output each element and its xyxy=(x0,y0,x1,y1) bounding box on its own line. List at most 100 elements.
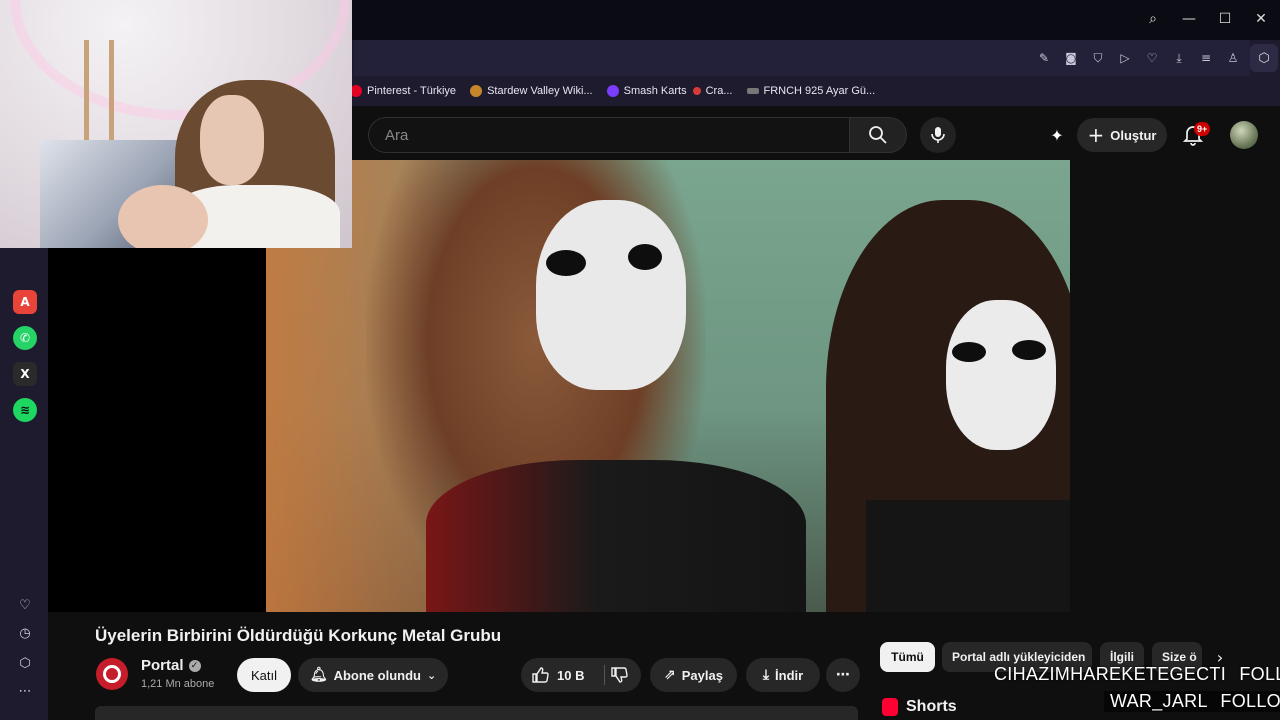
x-icon[interactable]: X xyxy=(13,362,37,386)
search-input[interactable]: Ara xyxy=(368,117,850,153)
shorts-label: Shorts xyxy=(906,698,957,715)
video-figure xyxy=(1012,340,1046,360)
portal-logo-icon xyxy=(103,665,121,683)
like-divider xyxy=(604,665,605,685)
channel-avatar[interactable] xyxy=(96,658,128,690)
window-controls: ⌕ — ☐ ✕ xyxy=(1142,8,1272,30)
follow-alert: CIHAZIMHAREKETEGECTI FOLLOW xyxy=(994,664,1280,685)
video-figure xyxy=(628,244,662,270)
spotify-icon[interactable]: ≋ xyxy=(13,398,37,422)
more-icon[interactable]: ⋯ xyxy=(16,682,34,700)
create-button[interactable]: + Oluştur xyxy=(1077,118,1167,152)
webcam-background xyxy=(84,40,114,140)
camera-icon[interactable]: ◙ xyxy=(1062,48,1080,68)
bookmark-pinterest[interactable]: Pinterest - Türkiye xyxy=(350,85,456,97)
voice-search-button[interactable] xyxy=(920,117,956,153)
search-icon[interactable]: ⌕ xyxy=(1142,8,1164,30)
dislike-button[interactable] xyxy=(606,664,632,686)
video-frame[interactable] xyxy=(266,160,1070,612)
channel-name[interactable]: Portal ✓ xyxy=(141,657,201,674)
shorts-icon xyxy=(882,698,898,716)
bookmark-label: FRNCH 925 Ayar Gü... xyxy=(763,85,876,97)
more-icon: ⋯ xyxy=(836,667,850,683)
share-label: Paylaş xyxy=(681,667,723,683)
bookmark-frnch[interactable]: FRNCH 925 Ayar Gü... xyxy=(746,85,876,97)
subscribed-button[interactable]: 🔔︎ Abone olundu ⌄ xyxy=(298,658,448,692)
heart-icon[interactable]: ♡ xyxy=(1143,48,1161,68)
bookmark-stardew[interactable]: Stardew Valley Wiki... xyxy=(470,85,593,97)
join-label: Katıl xyxy=(250,667,277,683)
sparkle-icon[interactable]: ✦ xyxy=(1046,124,1068,146)
video-figure xyxy=(952,342,986,362)
bookmark-cra[interactable]: Cra... xyxy=(692,85,733,97)
download-button[interactable]: ⤓ İndir xyxy=(746,658,820,692)
aria-icon[interactable]: A xyxy=(13,290,37,314)
subscribed-label: Abone olundu xyxy=(333,667,421,683)
shield-icon[interactable]: ⛉ xyxy=(1089,48,1107,68)
heart-icon[interactable]: ♡ xyxy=(16,596,34,614)
box-icon[interactable]: ⬡ xyxy=(16,654,34,672)
bookmark-label: Stardew Valley Wiki... xyxy=(487,85,593,97)
close-icon[interactable]: ✕ xyxy=(1250,8,1272,30)
thumbs-up-icon xyxy=(532,667,549,683)
bookmark-label: Pinterest - Türkiye xyxy=(367,85,457,97)
minimize-icon[interactable]: — xyxy=(1178,8,1200,30)
channel-name-label: Portal xyxy=(141,657,184,674)
stardew-icon xyxy=(470,85,483,97)
like-count: 10 B xyxy=(557,667,585,683)
chip-label: Portal adlı yükleyiciden xyxy=(952,650,1086,664)
whatsapp-icon[interactable]: ✆ xyxy=(13,326,37,350)
smash-karts-icon xyxy=(606,85,619,97)
video-figure xyxy=(426,460,806,612)
toolbar-icons: ✎ ◙ ⛉ ▷ ♡ ⤓ ≡ ♙ xyxy=(1035,48,1242,68)
play-icon[interactable]: ▷ xyxy=(1116,48,1134,68)
video-figure xyxy=(946,300,1056,450)
share-button[interactable]: ⇗ Paylaş xyxy=(650,658,737,692)
chip-label: Tümü xyxy=(891,650,924,664)
history-icon[interactable]: ◷ xyxy=(16,624,34,642)
menu-icon[interactable]: ≡ xyxy=(1197,48,1215,68)
video-figure xyxy=(536,200,686,390)
follower-handle: CIHAZIMHAREKETEGECTI xyxy=(994,664,1227,684)
bookmark-label: Cra... xyxy=(705,85,733,97)
account-icon[interactable]: ♙ xyxy=(1224,48,1242,68)
more-actions-button[interactable]: ⋯ xyxy=(826,658,860,692)
thumbs-down-icon xyxy=(611,667,628,683)
bookmark-smash-karts[interactable]: Smash Karts xyxy=(606,85,687,97)
subscriber-count: 1,21 Mn abone xyxy=(141,678,215,690)
follower-handle: WAR_JARL xyxy=(1110,691,1208,711)
chip-label: Size ö xyxy=(1162,650,1197,664)
cra-icon xyxy=(692,87,701,95)
avatar[interactable] xyxy=(1230,121,1258,149)
video-figure xyxy=(866,500,1070,612)
video-figure xyxy=(546,250,586,276)
search-icon xyxy=(869,126,887,144)
join-button[interactable]: Katıl xyxy=(237,658,291,692)
video-title: Üyelerin Birbirini Öldürdüğü Korkunç Met… xyxy=(95,626,502,645)
download-icon: ⤓ xyxy=(762,667,770,683)
chip-label: İlgili xyxy=(1110,650,1134,664)
chevron-down-icon: ⌄ xyxy=(426,668,437,682)
notification-badge: 9+ xyxy=(1194,122,1211,136)
shorts-section-title: Shorts xyxy=(882,698,957,716)
create-label: Oluştur xyxy=(1110,127,1157,143)
description-box[interactable] xyxy=(95,706,858,720)
follow-action: FOLLOW xyxy=(1220,691,1280,711)
bookmark-label: Smash Karts xyxy=(623,85,687,97)
verified-icon: ✓ xyxy=(188,659,201,672)
share-icon: ⇗ xyxy=(664,667,676,683)
follow-action: FOLLOW xyxy=(1239,664,1280,684)
download-label: İndir xyxy=(775,667,804,683)
extensions-icon[interactable]: ⬡ xyxy=(1250,44,1278,72)
maximize-icon[interactable]: ☐ xyxy=(1214,8,1236,30)
bell-icon: 🔔︎ xyxy=(309,667,328,683)
edit-icon[interactable]: ✎ xyxy=(1035,48,1053,68)
webcam-streamer xyxy=(200,95,264,185)
download-icon[interactable]: ⤓ xyxy=(1170,48,1188,68)
follow-alert: WAR_JARL FOLLOW xyxy=(1104,691,1280,712)
search-button[interactable] xyxy=(849,117,907,153)
plus-icon: + xyxy=(1087,123,1105,147)
mic-icon xyxy=(931,127,945,143)
frnch-icon xyxy=(746,88,759,94)
chip-all[interactable]: Tümü xyxy=(880,642,935,672)
